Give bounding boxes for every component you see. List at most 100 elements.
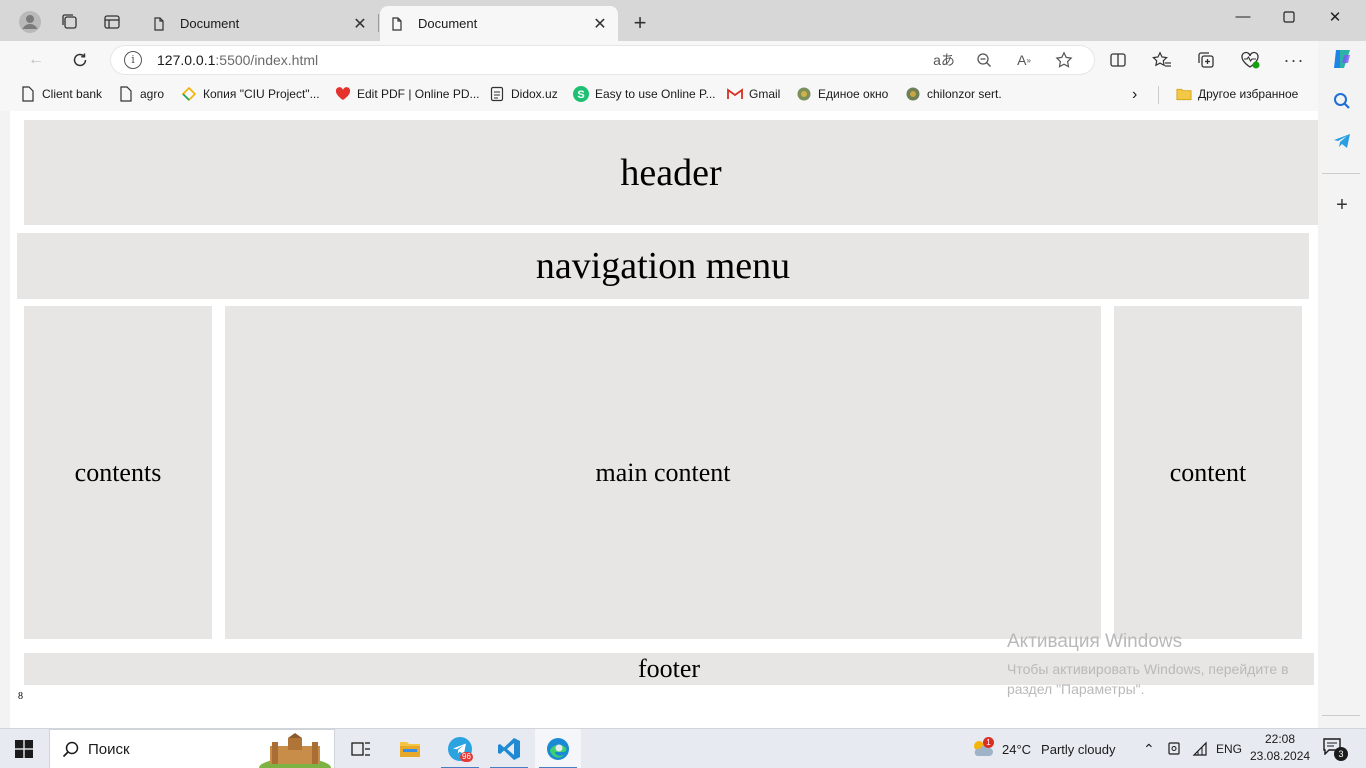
tray-device-icon[interactable]	[1167, 729, 1183, 768]
favorite-item[interactable]: Единое окно	[796, 86, 888, 102]
favorite-label: Другое избранное	[1198, 87, 1299, 101]
viewport-edge	[0, 111, 10, 728]
tab-document-2[interactable]: Document ✕	[380, 6, 618, 41]
back-arrow-icon: ←	[28, 51, 44, 68]
telegram-icon	[1334, 134, 1350, 148]
search-placeholder: Поиск	[88, 740, 130, 758]
copilot-button[interactable]	[1328, 45, 1356, 73]
favorite-item[interactable]: Client bank	[20, 86, 102, 102]
show-hidden-icons-button[interactable]: ⌃	[1143, 729, 1155, 768]
telegram-unread-badge: 96	[460, 752, 473, 762]
url-text[interactable]: 127.0.0.1:5500/index.html	[157, 52, 318, 68]
address-bar[interactable]: i 127.0.0.1:5500/index.html aあ A»	[110, 45, 1095, 75]
close-tab-icon[interactable]: ✕	[592, 14, 608, 34]
s-icon: S	[573, 86, 589, 102]
search-sidebar-button[interactable]	[1328, 87, 1356, 115]
add-sidebar-app-button[interactable]: +	[1328, 191, 1356, 219]
task-view-button[interactable]	[338, 729, 384, 768]
workspaces-button[interactable]	[56, 8, 84, 36]
edge-icon	[547, 738, 569, 760]
page-navigation-menu: navigation menu	[17, 233, 1309, 299]
vscode-icon	[498, 738, 520, 760]
more-favorites-button[interactable]: ›	[1132, 86, 1137, 104]
new-tab-button[interactable]: +	[626, 9, 654, 37]
favorite-item[interactable]: agro	[118, 86, 164, 102]
emblem-icon	[796, 86, 812, 102]
site-info-icon[interactable]: i	[124, 51, 142, 69]
tab-document-1[interactable]: Document ✕	[142, 6, 378, 41]
telegram-sidebar-button[interactable]	[1328, 127, 1356, 155]
task-view-icon	[351, 742, 370, 756]
minimize-button[interactable]: —	[1220, 0, 1266, 33]
page-icon	[154, 16, 164, 31]
favorite-item[interactable]: S Easy to use Online P...	[573, 86, 716, 102]
taskbar-clock[interactable]: 22:08 23.08.2024	[1250, 731, 1310, 765]
notifications-button[interactable]: 3	[1322, 737, 1350, 761]
minimize-icon: —	[1235, 8, 1251, 25]
tab-actions-button[interactable]	[98, 8, 126, 36]
other-favorites-folder[interactable]: Другое избранное	[1176, 86, 1298, 102]
page-left-sidebar: contents	[24, 306, 212, 639]
temperature-text: 24°C	[1002, 741, 1032, 757]
more-dots-icon: ···	[1283, 49, 1305, 70]
browser-essentials-button[interactable]	[1236, 46, 1264, 74]
windows-taskbar: Поиск 96 1 24°C Partly cloudy ⌃ ENG 22:0…	[0, 728, 1366, 768]
plus-icon: +	[1336, 193, 1348, 216]
page-main-content: main content	[225, 306, 1101, 639]
chevron-right-icon: ›	[1132, 86, 1138, 103]
favorite-item[interactable]: Gmail	[727, 86, 780, 102]
profile-button[interactable]	[16, 8, 44, 36]
favorite-star-icon[interactable]	[1052, 48, 1076, 72]
network-icon[interactable]	[1192, 729, 1208, 768]
vscode-app[interactable]	[486, 729, 532, 768]
back-button[interactable]: ←	[22, 46, 50, 74]
read-aloud-icon[interactable]: A»	[1012, 48, 1036, 72]
favorite-label: Единое окно	[818, 87, 889, 101]
page-header: header	[24, 120, 1318, 225]
zoom-out-icon[interactable]	[972, 48, 996, 72]
clock-date: 23.08.2024	[1250, 749, 1311, 763]
start-button[interactable]	[0, 729, 48, 768]
split-screen-icon	[1110, 53, 1126, 67]
favorite-item[interactable]: chilonzor sert.	[905, 86, 1002, 102]
profile-icon	[19, 11, 41, 33]
favorite-item[interactable]: Копия "CIU Project"...	[181, 86, 320, 102]
gmail-icon	[727, 86, 743, 102]
close-window-button[interactable]: ✕	[1312, 0, 1358, 33]
taskbar-search-box[interactable]: Поиск	[49, 729, 335, 768]
tab-title: Document	[180, 16, 240, 31]
favorites-button[interactable]	[1148, 46, 1176, 74]
file-explorer-app[interactable]	[387, 729, 433, 768]
refresh-button[interactable]	[66, 46, 94, 74]
close-icon: ✕	[1328, 8, 1342, 26]
page-viewport: header navigation menu contents main con…	[0, 111, 1318, 728]
svg-text:S: S	[577, 89, 584, 101]
close-tab-icon[interactable]: ✕	[352, 14, 368, 34]
collections-button[interactable]	[1192, 46, 1220, 74]
page-right-sidebar: content	[1114, 306, 1302, 639]
input-language-indicator[interactable]: ENG	[1216, 729, 1242, 768]
windows-logo-icon	[15, 740, 33, 758]
favorite-label: Easy to use Online P...	[595, 87, 716, 101]
favorite-item[interactable]: Didox.uz	[489, 86, 558, 102]
folder-icon	[400, 742, 420, 757]
weather-alert-badge: 1	[983, 737, 994, 748]
page-number: 8	[18, 691, 23, 702]
favorites-bar: Client bank agro Копия "CIU Project"... …	[0, 79, 1318, 111]
translate-icon[interactable]: aあ	[932, 48, 956, 72]
telegram-app[interactable]: 96	[437, 729, 483, 768]
split-screen-button[interactable]	[1104, 46, 1132, 74]
weather-widget[interactable]: 1 24°C Partly cloudy	[970, 729, 1115, 768]
favorite-item[interactable]: Edit PDF | Online PD...	[335, 86, 480, 102]
emblem-icon	[905, 86, 921, 102]
favorite-label: Gmail	[749, 87, 781, 101]
navigation-toolbar: ← i 127.0.0.1:5500/index.html aあ A» ···	[0, 41, 1318, 79]
edge-app[interactable]	[535, 729, 581, 768]
settings-and-more-button[interactable]: ···	[1280, 46, 1308, 74]
notification-count-badge: 3	[1334, 747, 1348, 761]
maximize-button[interactable]	[1266, 0, 1312, 33]
heart-icon	[335, 86, 351, 102]
sidebar-divider	[1322, 715, 1360, 716]
drive-icon	[181, 86, 197, 102]
plus-icon: +	[633, 10, 647, 35]
